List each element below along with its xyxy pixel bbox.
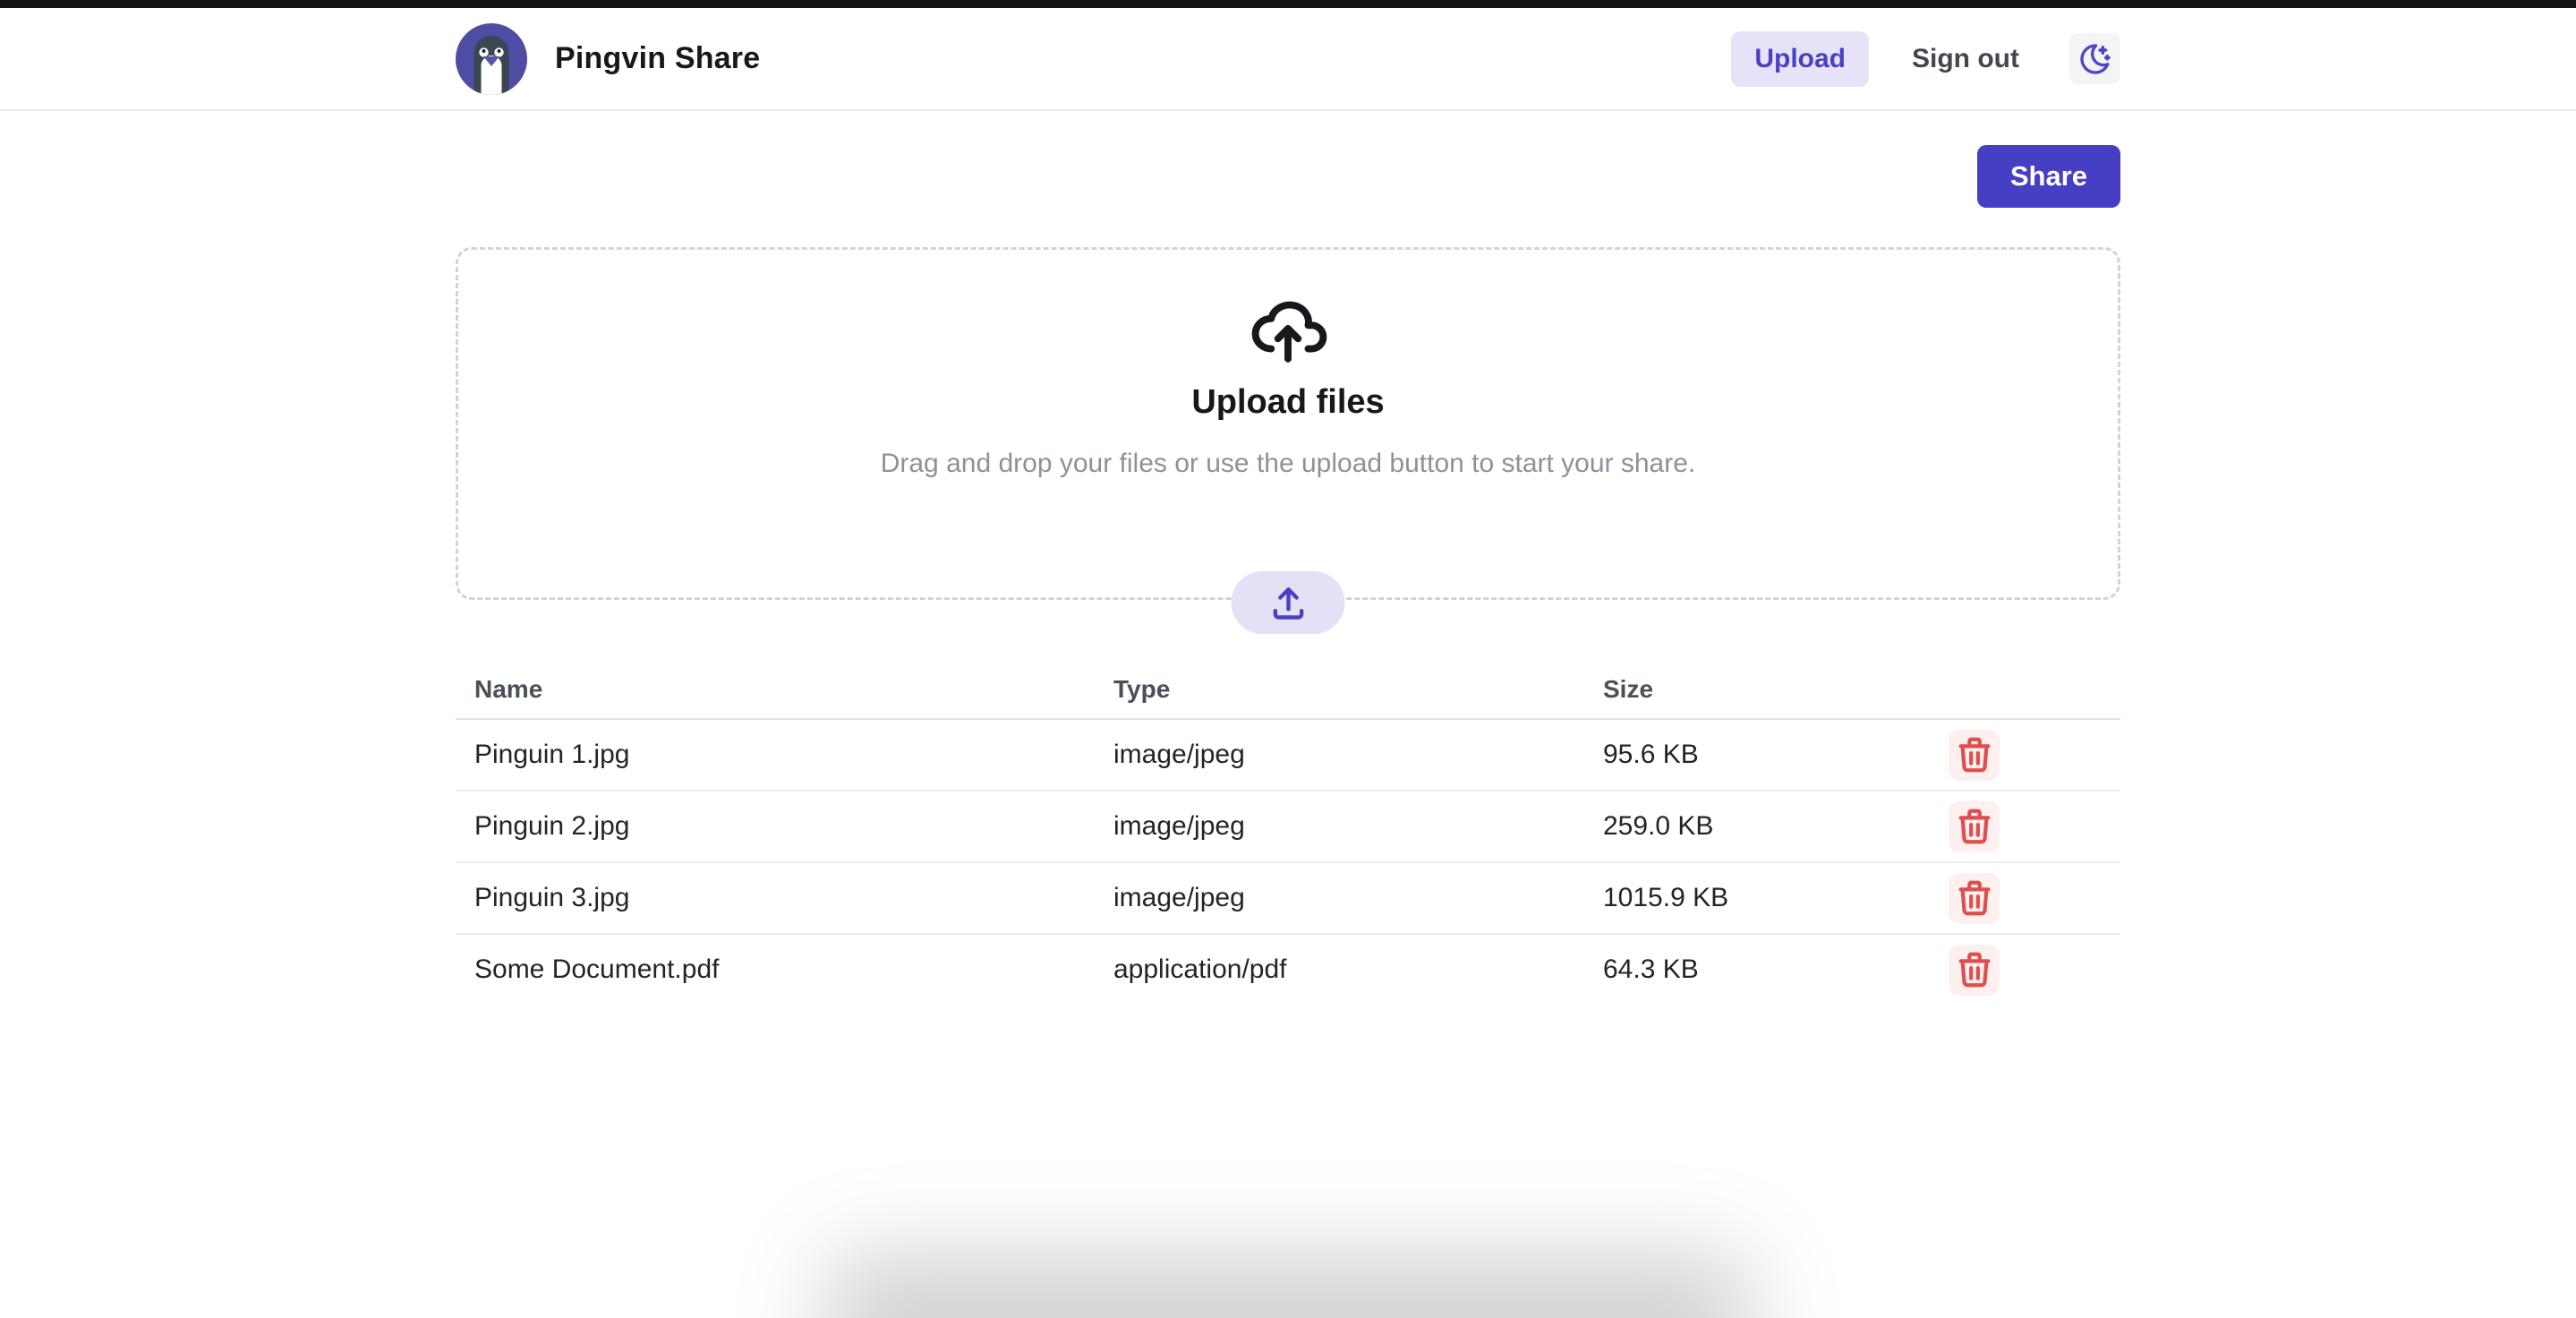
file-type: application/pdf	[1113, 954, 1603, 985]
delete-file-button[interactable]	[1949, 945, 2000, 996]
column-header-name: Name	[474, 675, 1113, 704]
upload-files-button[interactable]	[1232, 571, 1345, 634]
moon-stars-icon	[2077, 41, 2113, 77]
table-row: Some Document.pdf application/pdf 64.3 K…	[456, 935, 2120, 1005]
cloud-upload-icon	[458, 288, 2118, 369]
file-size: 1015.9 KB	[1603, 883, 1949, 913]
main-content: Share Upload files Drag and drop your fi…	[456, 145, 2120, 1005]
file-table: Name Type Size Pinguin 1.jpg image/jpeg …	[456, 661, 2120, 1005]
dropzone-subtitle: Drag and drop your files or use the uplo…	[458, 449, 2118, 479]
app-title: Pingvin Share	[555, 41, 760, 76]
file-size: 64.3 KB	[1603, 954, 1949, 985]
file-dropzone[interactable]: Upload files Drag and drop your files or…	[456, 247, 2120, 600]
file-name: Pinguin 1.jpg	[474, 740, 1113, 770]
theme-toggle-button[interactable]	[2069, 33, 2120, 84]
file-size: 95.6 KB	[1603, 740, 1949, 770]
share-button[interactable]: Share	[1977, 145, 2120, 208]
file-table-header: Name Type Size	[456, 661, 2120, 720]
file-type: image/jpeg	[1113, 883, 1603, 913]
header-nav: Upload Sign out	[1731, 31, 2120, 87]
delete-file-button[interactable]	[1949, 801, 2000, 852]
window-top-edge	[0, 0, 2576, 8]
home-link[interactable]: Pingvin Share	[456, 23, 760, 95]
delete-file-button[interactable]	[1949, 873, 2000, 924]
file-name: Pinguin 2.jpg	[474, 811, 1113, 842]
file-name: Pinguin 3.jpg	[474, 883, 1113, 913]
trash-icon	[1954, 949, 1995, 990]
delete-file-button[interactable]	[1949, 730, 2000, 781]
bottom-shadow	[823, 1252, 1753, 1318]
table-row: Pinguin 3.jpg image/jpeg 1015.9 KB	[456, 863, 2120, 935]
trash-icon	[1954, 877, 1995, 919]
nav-sign-out[interactable]: Sign out	[1903, 31, 2028, 87]
file-name: Some Document.pdf	[474, 954, 1113, 985]
trash-icon	[1954, 734, 1995, 775]
table-row: Pinguin 1.jpg image/jpeg 95.6 KB	[456, 720, 2120, 792]
file-type: image/jpeg	[1113, 811, 1603, 842]
trash-icon	[1954, 806, 1995, 847]
file-type: image/jpeg	[1113, 740, 1603, 770]
upload-icon	[1268, 583, 1308, 622]
penguin-logo	[456, 23, 527, 95]
dropzone-title: Upload files	[458, 383, 2118, 422]
column-header-type: Type	[1113, 675, 1603, 704]
file-size: 259.0 KB	[1603, 811, 1949, 842]
table-row: Pinguin 2.jpg image/jpeg 259.0 KB	[456, 792, 2120, 863]
pingvin-share-page: Pingvin Share Upload Sign out	[0, 0, 2576, 1318]
app-header: Pingvin Share Upload Sign out	[0, 8, 2576, 111]
nav-upload[interactable]: Upload	[1731, 31, 1869, 87]
column-header-size: Size	[1603, 675, 1949, 704]
